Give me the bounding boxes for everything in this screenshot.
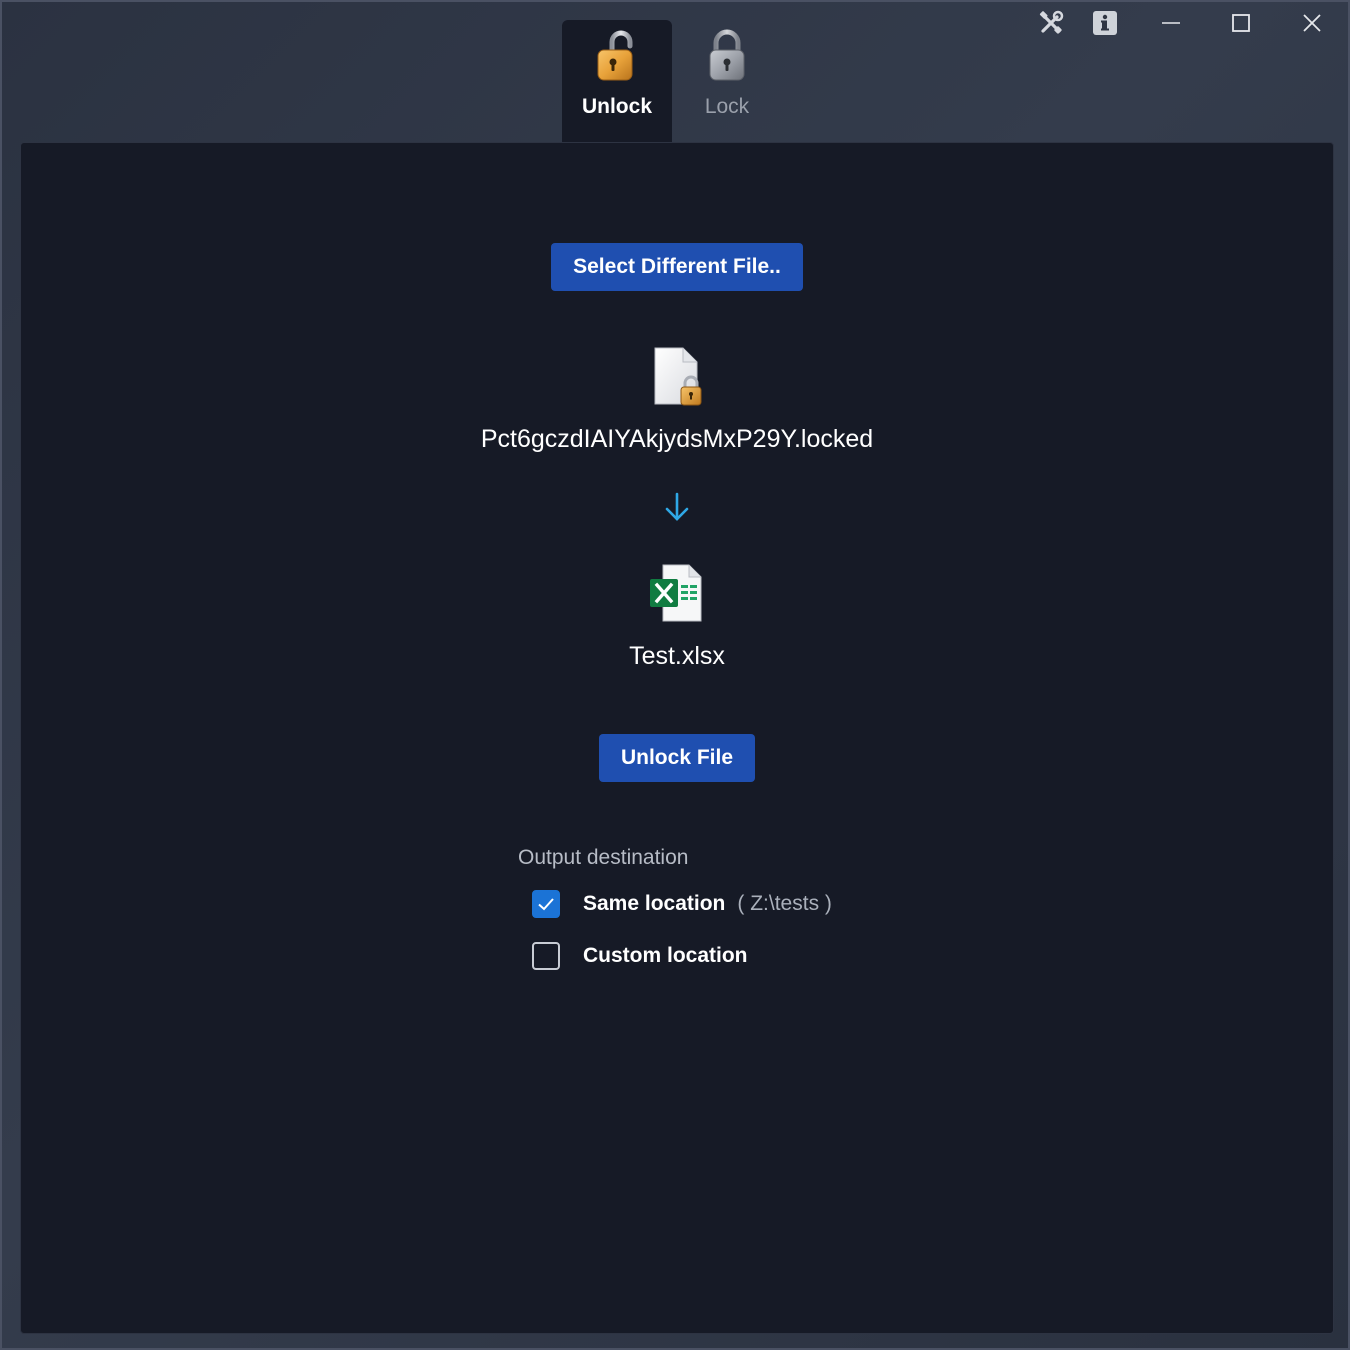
locked-padlock-icon (704, 28, 750, 89)
same-location-label: Same location (583, 892, 726, 915)
output-destination-label: Output destination (518, 846, 689, 869)
tab-bar: Unlock Lock (562, 20, 782, 142)
maximize-button[interactable] (1206, 2, 1276, 48)
source-file-name: Pct6gczdIAIYAkjydsMxP29Y.locked (480, 425, 874, 453)
arrow-row (21, 491, 1333, 528)
close-button[interactable] (1276, 2, 1348, 48)
excel-file-icon (647, 563, 707, 630)
unlock-panel: Select Different File.. Pct6gczdIAIYAkjy… (20, 142, 1334, 1334)
tab-label: Unlock (581, 95, 652, 118)
info-icon (1092, 10, 1118, 41)
same-location-path: ( Z:\tests ) (737, 892, 832, 915)
custom-location-checkbox[interactable] (532, 942, 560, 970)
tab-label: Lock (704, 95, 750, 118)
unlock-file-button[interactable]: Unlock File (598, 734, 756, 782)
minimize-icon (1161, 13, 1181, 38)
custom-location-label: Custom location (583, 944, 748, 967)
output-file-row: Test.xlsx (21, 642, 1333, 671)
same-location-checkbox[interactable] (532, 890, 560, 918)
same-location-option[interactable]: Same location ( Z:\tests ) (532, 890, 832, 918)
checkmark-icon (538, 898, 554, 911)
source-file-row: Pct6gczdIAIYAkjydsMxP29Y.locked (21, 425, 1333, 454)
minimize-button[interactable] (1136, 2, 1206, 48)
locked-file-icon (647, 346, 707, 415)
app-window: Unlock Lock Select Different File.. Pct6… (0, 0, 1350, 1350)
unlock-file-row: Unlock File (21, 734, 1333, 782)
custom-location-option[interactable]: Custom location (532, 942, 748, 970)
maximize-icon (1231, 13, 1251, 38)
output-file-icon-row (21, 563, 1333, 630)
tools-icon (1037, 9, 1065, 42)
select-different-file-button[interactable]: Select Different File.. (551, 243, 803, 291)
settings-button[interactable] (1024, 2, 1078, 48)
titlebar-controls (1024, 2, 1348, 48)
tab-unlock[interactable]: Unlock (562, 20, 672, 142)
info-button[interactable] (1078, 2, 1132, 48)
unlocked-padlock-icon (594, 28, 640, 89)
close-icon (1302, 13, 1322, 38)
arrow-down-icon (663, 491, 691, 528)
output-file-name: Test.xlsx (629, 642, 725, 670)
tab-lock[interactable]: Lock (672, 20, 782, 142)
source-file-icon-row (21, 346, 1333, 415)
select-file-row: Select Different File.. (21, 243, 1333, 291)
